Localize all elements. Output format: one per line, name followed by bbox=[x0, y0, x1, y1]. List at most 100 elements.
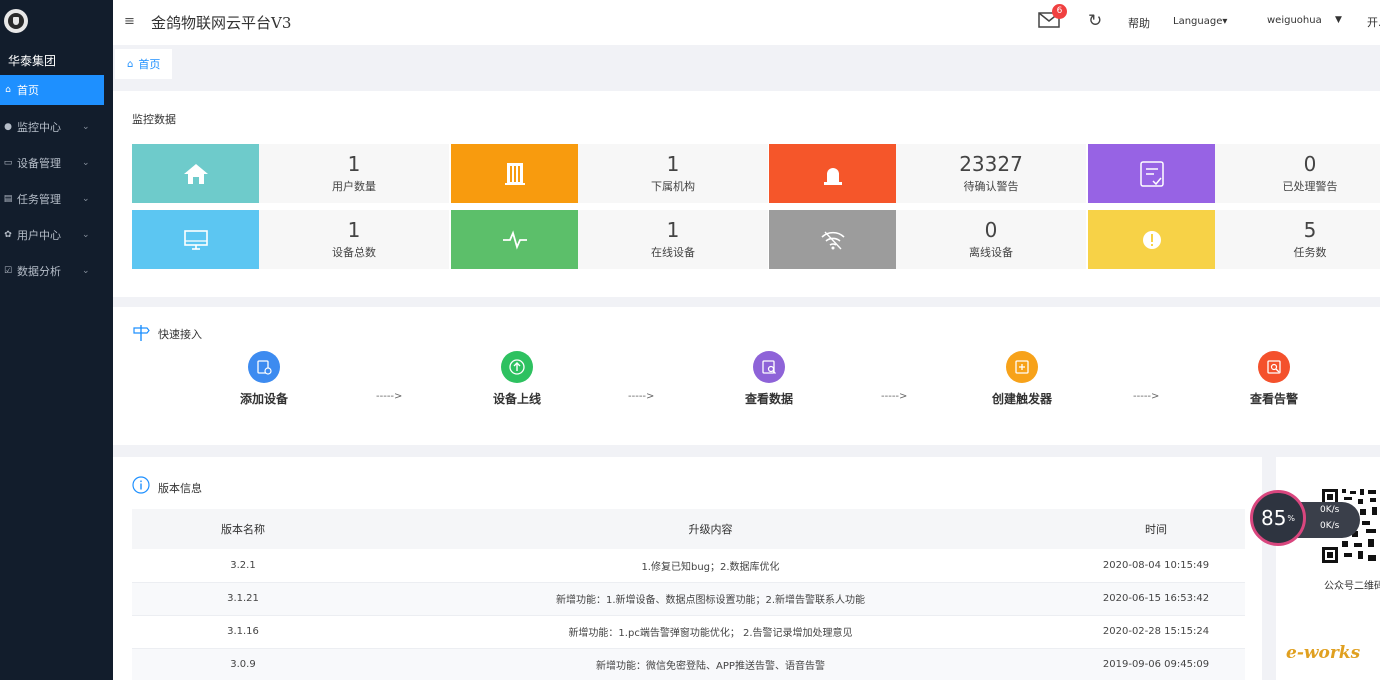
tile-label: 用户数量 bbox=[332, 180, 376, 193]
bulb-icon: ● bbox=[4, 122, 12, 132]
qr-caption: 公众号二维码 bbox=[1324, 581, 1380, 592]
tile-value: 0 bbox=[984, 218, 998, 242]
step-label: 查看告警 bbox=[1249, 392, 1298, 406]
org-name: 华泰集团 bbox=[8, 54, 57, 68]
cell-time: 2020-06-15 16:53:42 bbox=[1067, 582, 1245, 616]
step-view-data[interactable]: 查看数据 bbox=[709, 351, 829, 407]
chevron-down-icon: ⌄ bbox=[82, 230, 90, 240]
home-icon: ⌂ bbox=[5, 85, 11, 95]
sidebar-item-label: 监控中心 bbox=[17, 121, 61, 134]
monitor-panel: 监控数据 1 用户数量 1 下属机构 23327 待确认警告 0 已处理警告 1… bbox=[113, 91, 1380, 297]
tile-value: 1 bbox=[666, 152, 680, 176]
document-check-icon bbox=[1139, 160, 1164, 187]
sidebar-item-home[interactable]: ⌂ 首页 bbox=[0, 75, 104, 105]
column-header-version: 版本名称 bbox=[132, 509, 354, 549]
menu-toggle-icon[interactable]: ≡ bbox=[124, 14, 135, 29]
gauge-value: 85 bbox=[1260, 506, 1287, 530]
chevron-down-icon: ⌄ bbox=[82, 194, 90, 204]
step-arrow: -----> bbox=[628, 391, 655, 402]
upload-icon bbox=[501, 351, 533, 383]
view-data-glyph bbox=[762, 360, 776, 374]
step-create-trigger[interactable]: 创建触发器 bbox=[962, 351, 1082, 407]
add-device-glyph bbox=[257, 360, 272, 375]
step-arrow: -----> bbox=[376, 391, 403, 402]
user-name[interactable]: weiguohua bbox=[1267, 15, 1322, 26]
memory-gauge: 85% bbox=[1250, 490, 1306, 546]
chevron-down-icon: ⌄ bbox=[82, 158, 90, 168]
quick-access-panel: 快速接入 添加设备 -----> 设备上线 -----> 查看数据 ----->… bbox=[113, 307, 1380, 445]
tile-label: 待确认警告 bbox=[963, 180, 1019, 193]
exclamation-icon bbox=[1142, 230, 1161, 249]
sidebar-item-users[interactable]: ✿ 用户中心 ⌄ bbox=[0, 217, 113, 253]
breadcrumb-tab-home[interactable]: ⌂ 首页 bbox=[115, 49, 173, 79]
table-row: 3.1.16 新增功能：1.pc端告警弹窗功能优化； 2.告警记录增加处理意见 … bbox=[132, 615, 1245, 649]
tile-pending-alarm-icon[interactable] bbox=[769, 144, 896, 203]
tile-handled-alarm: 0 已处理警告 bbox=[1215, 144, 1380, 203]
tile-label: 已处理警告 bbox=[1282, 180, 1338, 193]
sidebar-item-label: 首页 bbox=[17, 84, 39, 97]
refresh-icon[interactable]: ↻ bbox=[1088, 11, 1102, 31]
step-arrow: -----> bbox=[881, 391, 908, 402]
tile-value: 0 bbox=[1303, 152, 1317, 176]
step-label: 创建触发器 bbox=[991, 392, 1052, 406]
cell-content: 新增功能：1.pc端告警弹窗功能优化； 2.告警记录增加处理意见 bbox=[354, 615, 1067, 649]
view-data-icon bbox=[753, 351, 785, 383]
pulse-icon bbox=[502, 229, 527, 250]
app-title: 金鸽物联网云平台V3 bbox=[151, 14, 292, 32]
column-header-content: 升级内容 bbox=[354, 509, 1067, 549]
tile-handled-alarm-icon[interactable] bbox=[1088, 144, 1215, 203]
sidebar-item-analytics[interactable]: ☑ 数据分析 ⌄ bbox=[0, 253, 113, 289]
language-select[interactable]: Language▾ bbox=[1173, 16, 1227, 27]
cell-time: 2020-08-04 10:15:49 bbox=[1067, 549, 1245, 583]
tile-users: 1 用户数量 bbox=[259, 144, 449, 203]
caret-down-icon[interactable]: ▼ bbox=[1335, 15, 1342, 25]
monitor-title: 监控数据 bbox=[132, 113, 176, 126]
tile-label: 下属机构 bbox=[651, 180, 695, 193]
table-row: 3.1.21 新增功能：1.新增设备、数据点图标设置功能；2.新增告警联系人功能… bbox=[132, 582, 1245, 616]
gauge-unit: % bbox=[1287, 513, 1296, 523]
tile-tasks: 5 任务数 bbox=[1215, 210, 1380, 269]
cell-content: 1.修复已知bug；2.数据库优化 bbox=[354, 549, 1067, 583]
trigger-icon bbox=[1006, 351, 1038, 383]
tile-users-icon[interactable] bbox=[132, 144, 259, 203]
tile-label: 设备总数 bbox=[332, 246, 376, 259]
info-icon bbox=[132, 476, 150, 494]
tile-devices-icon[interactable] bbox=[132, 210, 259, 269]
monitor-icon: ▭ bbox=[3, 158, 13, 168]
cell-time: 2020-02-28 15:15:24 bbox=[1067, 615, 1245, 649]
table-row: 3.2.1 1.修复已知bug；2.数据库优化 2020-08-04 10:15… bbox=[132, 549, 1245, 583]
step-view-alarm[interactable]: 查看告警 bbox=[1214, 351, 1334, 407]
view-alarm-icon bbox=[1258, 351, 1290, 383]
sidebar-item-monitor[interactable]: ● 监控中心 ⌄ bbox=[0, 109, 113, 145]
tile-value: 5 bbox=[1303, 218, 1317, 242]
logo bbox=[4, 9, 28, 33]
sidebar-item-tasks[interactable]: ▤ 任务管理 ⌄ bbox=[0, 181, 113, 217]
tile-online-icon[interactable] bbox=[451, 210, 578, 269]
version-table: 版本名称 升级内容 时间 3.2.1 1.修复已知bug；2.数据库优化 202… bbox=[132, 509, 1245, 680]
tile-value: 23327 bbox=[959, 152, 1023, 176]
chevron-down-icon: ⌄ bbox=[82, 122, 90, 132]
version-panel: 版本信息 版本名称 升级内容 时间 3.2.1 1.修复已知bug；2.数据库优… bbox=[113, 457, 1262, 680]
header-overflow-link[interactable]: 开... bbox=[1367, 14, 1380, 30]
network-speed-widget[interactable]: 0K/s 0K/s 85% bbox=[1250, 490, 1360, 546]
step-device-online[interactable]: 设备上线 bbox=[457, 351, 577, 407]
tile-online: 1 在线设备 bbox=[578, 210, 768, 269]
chevron-down-icon: ⌄ bbox=[82, 266, 90, 276]
step-label: 添加设备 bbox=[239, 392, 288, 406]
sidebar-item-label: 任务管理 bbox=[17, 193, 61, 206]
house-icon bbox=[183, 163, 208, 184]
eworks-watermark: e-works bbox=[1286, 643, 1361, 663]
monitor-icon bbox=[183, 229, 208, 250]
help-link[interactable]: 帮助 bbox=[1128, 15, 1150, 31]
tile-tasks-icon[interactable] bbox=[1088, 210, 1215, 269]
signpost-icon bbox=[133, 325, 150, 341]
sidebar-item-devices[interactable]: ▭ 设备管理 ⌄ bbox=[0, 145, 113, 181]
tile-offline-icon[interactable] bbox=[769, 210, 896, 269]
breadcrumb-bar: ⌂ 首页 bbox=[113, 45, 1380, 79]
step-add-device[interactable]: 添加设备 bbox=[204, 351, 324, 407]
column-header-time: 时间 bbox=[1067, 509, 1245, 549]
tile-org-icon[interactable] bbox=[451, 144, 578, 203]
sidebar-item-label: 数据分析 bbox=[17, 265, 61, 278]
step-arrow: -----> bbox=[1133, 391, 1160, 402]
add-device-icon bbox=[248, 351, 280, 383]
